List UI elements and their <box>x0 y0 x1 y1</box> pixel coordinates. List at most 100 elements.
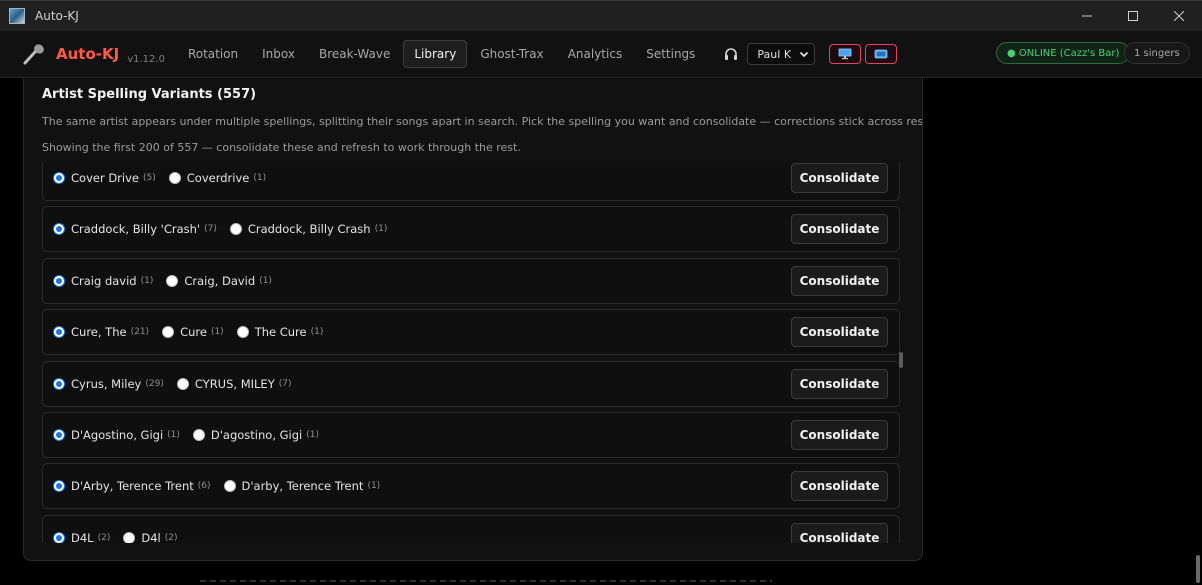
microphone-logo-icon <box>23 44 44 65</box>
consolidate-button[interactable]: Consolidate <box>791 317 888 348</box>
variant-option[interactable]: Craig, David (1) <box>166 274 272 288</box>
variant-option[interactable]: Cyrus, Miley (29) <box>53 377 164 391</box>
variant-name: Craig, David <box>184 273 256 288</box>
radio-button[interactable] <box>53 377 65 390</box>
nav-break-wave[interactable]: Break-Wave <box>308 40 401 68</box>
variant-option[interactable]: D4L (2) <box>53 531 110 543</box>
window-title: Auto-KJ <box>35 9 79 23</box>
panel-showing-note: Showing the first 200 of 557 — consolida… <box>42 141 521 154</box>
consolidate-button[interactable]: Consolidate <box>791 163 888 193</box>
radio-button[interactable] <box>166 274 179 287</box>
kj-user-select[interactable]: Paul K <box>747 43 816 65</box>
variant-count: (21) <box>130 327 150 338</box>
variant-count: (5) <box>143 173 156 183</box>
list-item: D'Agostino, Gigi (1) D'agostino, Gigi (1… <box>42 411 900 458</box>
variant-count: (1) <box>374 224 388 235</box>
radio-button[interactable] <box>162 326 175 339</box>
close-icon <box>1174 11 1184 21</box>
tv-display-button[interactable] <box>865 44 898 64</box>
variants-list: Cover Drive (5) Coverdrive (1) Consolida… <box>42 163 900 543</box>
variant-name: Cure, The <box>71 325 127 340</box>
list-item: Cyrus, Miley (29) CYRUS, MILEY (7) Conso… <box>42 360 900 407</box>
variant-option[interactable]: Craddock, Billy Crash (1) <box>229 222 388 237</box>
variant-name: D'agostino, Gigi <box>210 427 303 442</box>
variant-count: (1) <box>140 275 154 286</box>
radio-button[interactable] <box>176 377 189 390</box>
variant-option[interactable]: D'Arby, Terence Trent (6) <box>53 479 211 493</box>
radio-button[interactable] <box>53 274 65 287</box>
app-header: Auto-KJ v1.12.0 Rotation Inbox Break-Wav… <box>0 31 1202 78</box>
variant-option[interactable]: The Cure (1) <box>236 325 323 340</box>
radio-button[interactable] <box>223 480 236 493</box>
variant-name: D'Arby, Terence Trent <box>71 479 194 494</box>
variant-option[interactable]: Craddock, Billy 'Crash' (7) <box>53 222 217 236</box>
consolidate-button[interactable]: Consolidate <box>791 471 888 502</box>
brand-name: Auto-KJ <box>56 45 120 63</box>
variant-option[interactable]: D'arby, Terence Trent (1) <box>223 479 381 494</box>
nav-library[interactable]: Library <box>403 40 468 68</box>
variant-option[interactable]: D'agostino, Gigi (1) <box>192 427 319 442</box>
variant-name: Cure <box>180 325 207 340</box>
list-item: Cover Drive (5) Coverdrive (1) Consolida… <box>42 163 900 201</box>
variant-option[interactable]: Craig david (1) <box>53 274 153 288</box>
radio-button[interactable] <box>236 326 249 339</box>
headphones-icon <box>725 48 738 60</box>
variant-option[interactable]: Cover Drive (5) <box>53 171 156 185</box>
list-scrollbar-thumb[interactable] <box>899 352 903 368</box>
consolidate-button[interactable]: Consolidate <box>791 265 888 296</box>
nav-inbox[interactable]: Inbox <box>251 40 306 68</box>
singer-display-button[interactable] <box>829 44 862 64</box>
variant-option[interactable]: CYRUS, MILEY (7) <box>176 377 292 391</box>
variant-option[interactable]: D'Agostino, Gigi (1) <box>53 428 180 442</box>
consolidate-button[interactable]: Consolidate <box>791 419 888 450</box>
variant-option[interactable]: D4l (2) <box>123 531 177 543</box>
variant-name: D'arby, Terence Trent <box>241 479 364 494</box>
radio-button[interactable] <box>53 223 65 236</box>
artist-variants-panel: Artist Spelling Variants (557) The same … <box>23 78 923 561</box>
radio-button[interactable] <box>53 531 65 543</box>
consolidate-button[interactable]: Consolidate <box>791 368 888 399</box>
variant-option[interactable]: Coverdrive (1) <box>168 171 266 185</box>
variant-name: Coverdrive <box>186 171 250 185</box>
variant-name: Cover Drive <box>71 171 139 185</box>
app-icon <box>9 8 25 24</box>
page-scrollbar-thumb[interactable] <box>1196 555 1200 583</box>
radio-button[interactable] <box>229 223 242 236</box>
radio-button[interactable] <box>53 172 65 184</box>
nav-settings[interactable]: Settings <box>635 40 706 68</box>
list-item: D'Arby, Terence Trent (6) D'arby, Terenc… <box>42 463 900 510</box>
radio-button[interactable] <box>192 428 205 441</box>
nav-analytics[interactable]: Analytics <box>557 40 634 68</box>
window-titlebar: Auto-KJ <box>0 0 1202 31</box>
minimize-button[interactable] <box>1064 1 1110 31</box>
tv-icon <box>875 49 888 59</box>
variants-list-viewport[interactable]: Cover Drive (5) Coverdrive (1) Consolida… <box>42 163 902 543</box>
nav-rotation[interactable]: Rotation <box>177 40 249 68</box>
list-item: D4L (2) D4l (2) Consolidate <box>42 514 900 543</box>
radio-button[interactable] <box>168 172 181 184</box>
variant-name: Craddock, Billy 'Crash' <box>71 222 201 237</box>
radio-button[interactable] <box>53 428 65 441</box>
radio-button[interactable] <box>123 531 136 543</box>
variant-count: (2) <box>164 532 178 543</box>
kj-user-value: Paul K <box>757 47 792 61</box>
close-button[interactable] <box>1156 1 1202 31</box>
singers-count-badge: 1 singers <box>1124 42 1190 64</box>
maximize-button[interactable] <box>1110 1 1156 31</box>
variant-count: (1) <box>367 481 381 492</box>
consolidate-button[interactable]: Consolidate <box>791 522 888 543</box>
nav-ghost-trax[interactable]: Ghost-Trax <box>469 40 554 68</box>
variant-option[interactable]: Cure, The (21) <box>53 325 149 339</box>
variant-count: (1) <box>210 327 224 338</box>
radio-button[interactable] <box>53 480 65 493</box>
radio-button[interactable] <box>53 326 65 339</box>
variant-name: The Cure <box>254 325 307 340</box>
variant-name: D4l <box>141 530 161 543</box>
variant-name: D'Agostino, Gigi <box>71 427 164 442</box>
list-item: Craig david (1) Craig, David (1) Consoli… <box>42 257 900 304</box>
variant-option[interactable]: Cure (1) <box>162 325 224 339</box>
variant-name: Craddock, Billy Crash <box>247 222 371 237</box>
variant-count: (1) <box>167 429 180 440</box>
variant-count: (7) <box>278 378 292 389</box>
consolidate-button[interactable]: Consolidate <box>791 214 888 245</box>
